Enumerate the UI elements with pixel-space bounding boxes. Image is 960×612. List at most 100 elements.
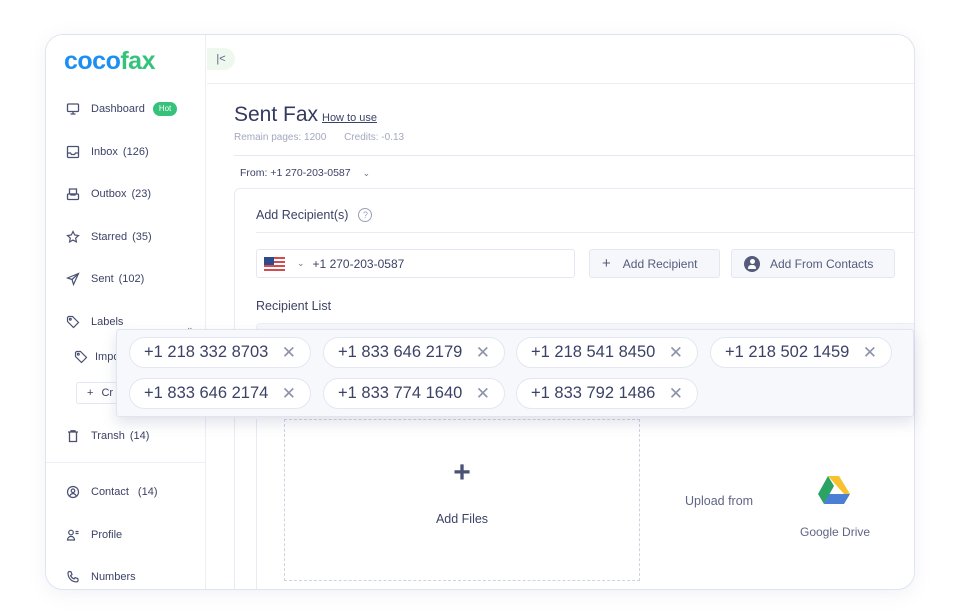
sidebar-item-dashboard[interactable]: Dashboard Hot [66,99,178,119]
logo-part-coco: coco [64,47,121,75]
recipient-chip[interactable]: +1 833 774 1640 ✕ [323,378,505,409]
plus-icon: + [87,387,94,399]
chip-number: +1 833 792 1486 [531,384,656,402]
plus-icon: + [602,255,611,272]
add-files-dropzone[interactable]: + Add Files [284,419,640,581]
recipient-chip[interactable]: +1 833 646 2174 ✕ [129,378,311,409]
add-from-contacts-button[interactable]: Add From Contacts [731,249,895,278]
sidebar-item-label: Starred [91,231,128,243]
tag-icon [66,315,80,329]
sidebar-item-label: Sent [91,273,114,285]
sidebar-item-label: Labels [91,316,124,328]
inbox-count: (126) [122,146,149,158]
page-title: Sent Fax [234,103,319,126]
star-icon [66,230,80,244]
add-recipient-button[interactable]: + Add Recipient [589,249,720,278]
phone-input-value[interactable]: +1 270-203-0587 [313,257,405,271]
card-divider [256,232,914,233]
upload-area-border [256,419,257,589]
recipient-chip[interactable]: +1 218 332 8703 ✕ [129,337,311,368]
outbox-icon [66,187,80,201]
chip-number: +1 833 646 2174 [144,384,269,402]
account-meta: Remain pages: 1200 Credits: -0.13 [234,132,404,143]
sidebar-item-outbox[interactable]: Outbox (23) [66,184,151,204]
sidebar-item-label: Dashboard [91,103,145,115]
recipient-chip[interactable]: +1 218 541 8450 ✕ [516,337,698,368]
sidebar-item-inbox[interactable]: Inbox (126) [66,142,149,162]
user-circle-icon [744,255,760,272]
sidebar-item-label: Numbers [91,571,136,583]
add-from-contacts-label: Add From Contacts [770,256,874,271]
phone-icon [66,570,80,584]
app-window: cocofax Dashboard Hot Inbox (126) Outbox… [45,34,915,590]
chip-number: +1 218 332 8703 [144,343,269,361]
collapse-icon: |< [216,53,226,65]
help-icon[interactable]: ? [358,208,373,222]
how-to-use-link[interactable]: How to use [322,112,377,124]
google-drive-label[interactable]: Google Drive [800,525,870,539]
recipient-chip[interactable]: +1 833 646 2179 ✕ [323,337,505,368]
trash-icon [66,429,80,443]
sent-count: (102) [118,273,145,285]
remove-chip-close-icon[interactable]: ✕ [669,343,683,363]
sidebar-item-label: Transh [91,430,125,442]
sidebar-item-label: Contact [91,486,129,498]
logo-part-fax: fax [120,47,155,75]
recipient-chip[interactable]: +1 833 792 1486 ✕ [516,378,698,409]
google-drive-icon[interactable] [818,476,850,504]
chip-number: +1 833 646 2179 [338,343,463,361]
tag-icon [74,350,88,364]
sidebar-item-starred[interactable]: Starred (35) [66,227,152,247]
sidebar-divider [46,462,206,463]
sidebar-item-profile[interactable]: Profile [66,525,122,545]
sidebar-item-trash[interactable]: Transh (14) [66,426,149,446]
topbar-divider [207,83,914,84]
sidebar-item-label: Outbox [91,188,127,200]
from-number-value: From: +1 270-203-0587 [240,167,351,179]
remove-chip-close-icon[interactable]: ✕ [863,343,877,363]
chevron-down-icon: ⌄ [362,167,371,178]
label-item-important[interactable]: Impo [74,347,119,367]
remove-chip-close-icon[interactable]: ✕ [669,384,683,404]
add-files-label: Add Files [435,512,489,526]
remove-chip-close-icon[interactable]: ✕ [282,384,296,404]
sidebar: cocofax Dashboard Hot Inbox (126) Outbox… [46,35,206,589]
sidebar-item-numbers[interactable]: Numbers [66,567,136,587]
add-recipient-label: Add Recipient [622,256,698,271]
recipient-chip[interactable]: +1 218 502 1459 ✕ [710,337,892,368]
sidebar-item-label: Profile [91,529,123,541]
hot-badge: Hot [152,102,178,116]
recipient-list-title: Recipient List [256,299,332,313]
chip-number: +1 218 502 1459 [725,343,850,361]
add-recipients-title: Add Recipient(s) [256,208,349,222]
trash-count: (14) [129,430,150,442]
remove-chip-close-icon[interactable]: ✕ [476,343,490,363]
sidebar-item-sent[interactable]: Sent (102) [66,269,144,289]
chip-number: +1 833 774 1640 [338,384,463,402]
remain-pages: Remain pages: 1200 [234,132,327,143]
outbox-count: (23) [131,188,152,200]
collapse-sidebar-button[interactable]: |< [207,48,235,70]
monitor-icon [66,102,80,116]
contact-count: (14) [137,486,158,498]
cocofax-logo[interactable]: cocofax [64,47,155,76]
sidebar-item-contact[interactable]: Contact (14) [66,482,157,502]
inbox-icon [66,145,80,159]
recipient-chips-panel: +1 218 332 8703 ✕ +1 833 646 2179 ✕ +1 2… [116,329,914,417]
us-flag-icon[interactable] [264,256,285,271]
from-number-select[interactable]: From: +1 270-203-0587 ⌄ [240,167,370,179]
recipient-phone-input[interactable]: ⌄ +1 270-203-0587 [256,249,575,278]
chip-number: +1 218 541 8450 [531,343,656,361]
add-recipients-heading: Add Recipient(s) ? [256,208,373,222]
upload-from-label: Upload from [685,494,754,508]
remove-chip-close-icon[interactable]: ✕ [476,384,490,404]
contact-icon [66,485,80,499]
sidebar-item-labels[interactable]: Labels [66,312,123,332]
send-icon [66,272,80,286]
starred-count: (35) [132,231,152,243]
remove-chip-close-icon[interactable]: ✕ [282,343,296,363]
profile-icon [66,528,80,542]
credits: Credits: -0.13 [344,132,405,143]
country-chevron-down-icon[interactable]: ⌄ [297,258,305,269]
add-files-plus-icon: + [453,456,471,489]
